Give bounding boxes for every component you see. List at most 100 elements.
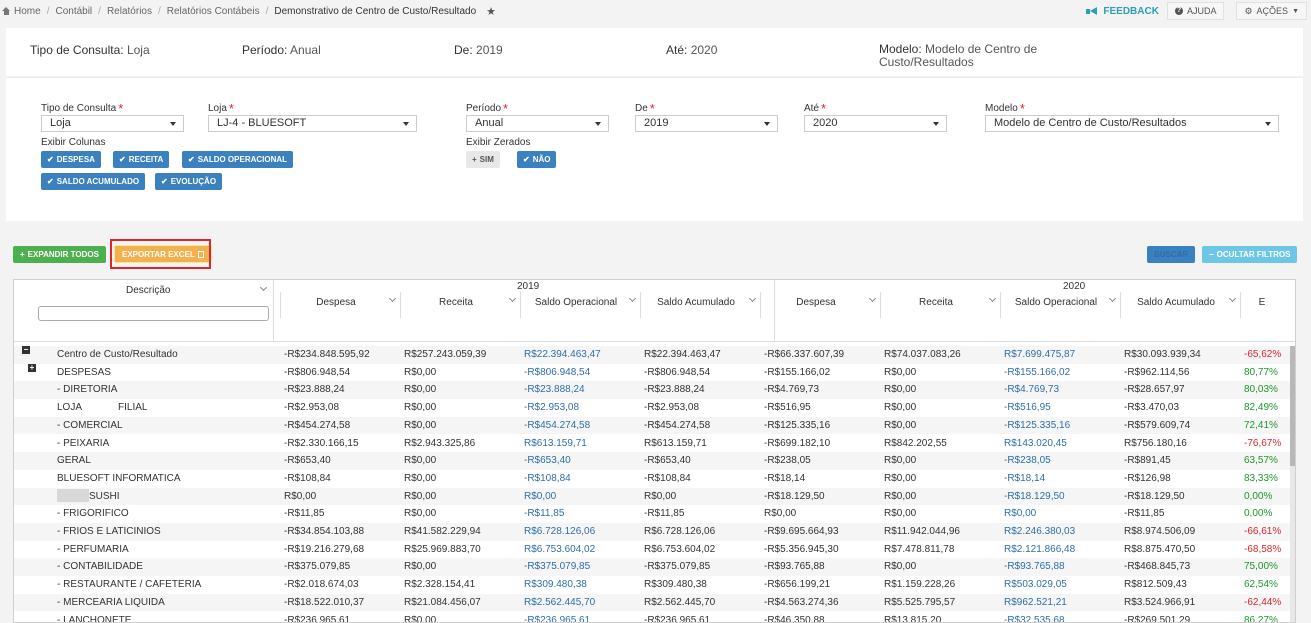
table-cell: R$2.562.445,70	[644, 596, 716, 608]
hide-filters-button[interactable]: − OCULTAR FILTROS	[1202, 246, 1298, 263]
table-row[interactable]: BLUESOFT INFORMATICA -R$108,84 R$0,00 -R$10…	[14, 470, 1295, 488]
table-cell: -R$653,40	[524, 455, 571, 467]
gear-icon: ⚙	[1244, 5, 1253, 16]
table-row[interactable]: - DIRETORIA -R$23.888,24 R$0,00 -R$23.888,2…	[14, 381, 1295, 400]
table-row[interactable]: - COMERCIAL -R$454.274,58 R$0,00 -R$454.274…	[14, 416, 1295, 435]
column-header[interactable]: Receita	[402, 297, 510, 308]
desc-column-header[interactable]: Descrição	[126, 285, 170, 296]
table-cell: R$11.942.044,96	[884, 526, 960, 537]
table-row[interactable]: + DESPESAS -R$806.948,54 R$0,00 -R$806.948,5…	[14, 363, 1295, 382]
table-cell: R$257.243.059,39	[404, 349, 487, 360]
ate-select[interactable]: 2020	[804, 115, 947, 132]
loja-select[interactable]: LJ-4 - BLUESOFT	[208, 115, 417, 132]
table-row[interactable]: LOJA FILIAL -R$2.953,08 R$0,00 -R$2.953,08 -R…	[14, 399, 1295, 417]
toggle-despesa[interactable]: ✔ DESPESA	[41, 151, 101, 168]
breadcrumb-contabil[interactable]: Contábil	[55, 6, 92, 17]
expand-icon[interactable]: +	[28, 363, 36, 372]
zerados-nao-button[interactable]: ✔ NÃO	[517, 151, 557, 168]
breadcrumb-home[interactable]: Home	[14, 6, 41, 17]
table-cell: -R$11,85	[644, 508, 685, 520]
chevron-down-icon[interactable]	[388, 294, 397, 303]
chevron-down-icon[interactable]	[259, 283, 268, 292]
table-cell: R$21.084.456,07	[404, 596, 481, 608]
chevron-down-icon[interactable]	[868, 294, 877, 303]
favorite-star-icon[interactable]: ★	[486, 5, 496, 18]
table-cell: 86,27%	[1244, 614, 1278, 623]
column-header[interactable]: Despesa	[762, 297, 870, 308]
collapse-icon[interactable]: −	[22, 346, 30, 354]
home-icon[interactable]	[2, 7, 11, 15]
chevron-down-icon[interactable]	[628, 294, 637, 303]
zerados-sim-button[interactable]: + SIM	[466, 151, 500, 168]
toggle-receita[interactable]: ✔ RECEITA	[113, 151, 170, 168]
year-2019-header: 2019	[517, 281, 540, 292]
de-select[interactable]: 2019	[635, 115, 778, 132]
table-row[interactable]: - LANCHONETE -R$236.965,61 R$0,00 -R$236.96…	[14, 612, 1295, 623]
chevron-down-icon[interactable]	[988, 294, 997, 303]
table-cell: -R$34.854.103,88	[284, 526, 365, 537]
table-cell: R$2.943.325,86	[404, 437, 476, 449]
column-header[interactable]: Saldo Operacional	[522, 297, 630, 308]
help-button[interactable]: ? AJUDA	[1166, 2, 1225, 20]
breadcrumb-relatorios-contabeis[interactable]: Relatórios Contábeis	[167, 6, 260, 17]
table-row[interactable]: - MERCEARIA LIQUIDA -R$18.522.010,37 R$21.…	[14, 593, 1295, 612]
summary-tipo: Tipo de Consulta: Loja	[30, 43, 150, 57]
vertical-scrollbar[interactable]	[1290, 346, 1295, 622]
toggle-saldo-acumulado[interactable]: ✔ SALDO ACUMULADO	[41, 173, 146, 190]
column-header[interactable]: Saldo Acumulado	[1122, 297, 1230, 308]
chevron-down-icon: ▼	[1292, 7, 1299, 15]
column-header[interactable]: Saldo Operacional	[1002, 297, 1110, 308]
table-row[interactable]: - RESTAURANTE / CAFETERIA -R$2.018.674,03…	[14, 576, 1295, 594]
table-cell: R$0,00	[404, 490, 437, 502]
table-row[interactable]: − Centro de Custo/Resultado -R$234.848.595…	[14, 346, 1295, 364]
table-row[interactable]: SUSHI R$0,00 R$0,00 R$0,00 R$0,00 -R$18.129,5…	[14, 487, 1295, 506]
table-cell: -R$236.965,61	[284, 614, 351, 623]
table-cell: 63,57%	[1244, 455, 1278, 467]
toggle-saldo-operacional[interactable]: ✔ SALDO OPERACIONAL	[182, 151, 294, 168]
chevron-down-icon[interactable]	[508, 294, 517, 303]
table-row[interactable]: GERAL -R$653,40 R$0,00 -R$653,40 -R$653,40 -R…	[14, 452, 1295, 470]
plus-icon: +	[20, 250, 25, 259]
column-header[interactable]: Despesa	[282, 297, 390, 308]
chevron-down-icon[interactable]	[1108, 294, 1117, 303]
table-row[interactable]: - FRIOS E LATICINIOS -R$34.854.103,88 R$41…	[14, 523, 1295, 541]
table-cell: 62,54%	[1244, 579, 1278, 591]
table-cell: -R$5.356.945,30	[764, 543, 839, 555]
description-filter-input[interactable]	[38, 306, 269, 321]
row-description: BLUESOFT INFORMATICA	[57, 472, 181, 484]
periodo-select[interactable]: Anual	[466, 115, 609, 132]
table-row[interactable]: - CONTABILIDADE -R$375.079,85 R$0,00 -R$375…	[14, 558, 1295, 577]
table-row[interactable]: - PERFUMARIA -R$19.216.279,68 R$25.969.883…	[14, 541, 1295, 559]
table-cell: -R$516,95	[1004, 402, 1051, 414]
table-cell: -R$18.129,50	[1124, 490, 1185, 502]
chevron-down-icon[interactable]	[748, 294, 757, 303]
check-icon: ✔	[47, 155, 54, 164]
table-cell: 82,49%	[1244, 402, 1278, 414]
check-icon: ✔	[161, 177, 168, 186]
table-cell: -R$454.274,58	[524, 419, 591, 431]
toggle-evolucao[interactable]: ✔ EVOLUÇÃO	[155, 173, 223, 190]
table-cell: -R$4.563.274,36	[764, 596, 839, 608]
table-cell: -R$806.948,54	[644, 366, 711, 378]
actions-dropdown-button[interactable]: ⚙ AÇÕES ▼	[1236, 2, 1307, 20]
table-cell: R$143.020,45	[1004, 437, 1067, 449]
column-header[interactable]: E	[1242, 297, 1282, 308]
table-cell: R$6.753.604,02	[524, 543, 596, 555]
loja-label: Loja *	[208, 101, 234, 116]
row-description: - PEIXARIA	[57, 437, 110, 449]
column-header[interactable]: Saldo Acumulado	[642, 297, 750, 308]
table-cell: -R$962.114,56	[1124, 366, 1190, 378]
feedback-button[interactable]: FEEDBACK	[1086, 6, 1159, 17]
table-row[interactable]: - FRIGORIFICO -R$11,85 R$0,00 -R$11,85 -R$11…	[14, 505, 1295, 523]
search-button[interactable]: BUSCAR	[1147, 246, 1196, 263]
breadcrumb-relatorios[interactable]: Relatórios	[107, 6, 152, 17]
tipo-consulta-select[interactable]: Loja	[41, 115, 184, 132]
modelo-select[interactable]: Modelo de Centro de Custo/Resultados	[985, 115, 1279, 132]
expand-all-button[interactable]: + EXPANDIR TODOS	[13, 246, 106, 263]
table-cell: -R$32.535,68	[1004, 614, 1065, 623]
column-header[interactable]: Receita	[882, 297, 990, 308]
table-cell: -R$108,84	[524, 472, 571, 484]
table-cell: R$2.562.445,70	[524, 596, 596, 608]
table-row[interactable]: - PEIXARIA -R$2.330.166,15 R$2.943.325,86 R…	[14, 435, 1295, 453]
chevron-down-icon[interactable]	[1228, 294, 1237, 303]
